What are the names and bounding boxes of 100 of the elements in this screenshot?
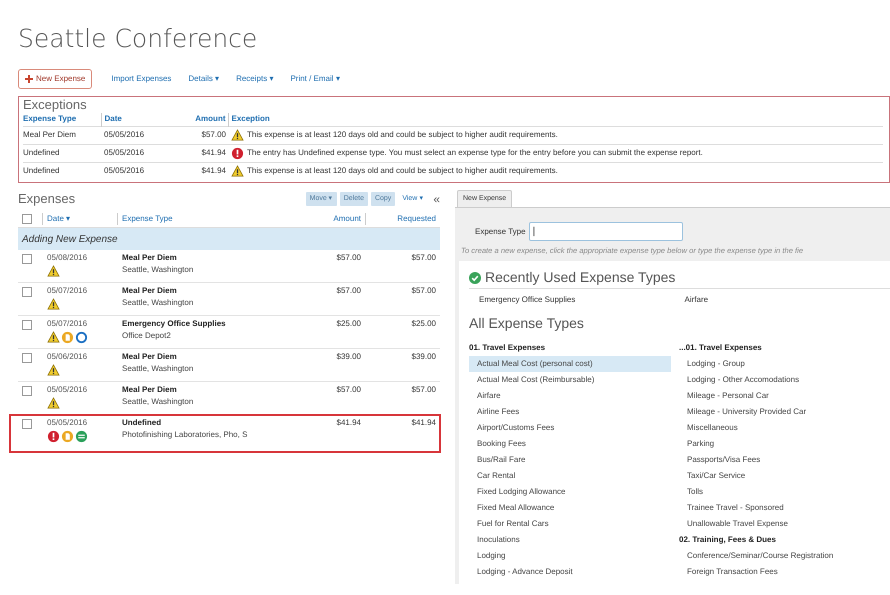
- group-header: 02. Training, Fees & Dues: [679, 534, 776, 546]
- table-cell: $41.94: [202, 148, 226, 157]
- expense-type-item[interactable]: Unallowable Travel Expense: [679, 516, 881, 532]
- expense-row[interactable]: 05/05/2016 Meal Per Diem Seattle, Washington $57.00 $57.00: [18, 382, 440, 415]
- amount-text: $57.00: [336, 384, 361, 396]
- exception-message: This expense is at least 120 days old and could be subject to higher audit requirements.: [247, 165, 558, 178]
- report-title: Seattle Conference: [18, 24, 258, 54]
- expense-row[interactable]: 05/07/2016 Emergency Office Supplies Office Depot2 $25.00 $25.00: [18, 316, 440, 349]
- table-cell: 05/05/2016: [104, 148, 144, 157]
- expense-detail: Seattle, Washington: [122, 363, 194, 375]
- collapse-button[interactable]: «: [433, 193, 440, 205]
- expense-detail: Office Depot2: [122, 330, 171, 342]
- expense-type-item[interactable]: Conference/Seminar/Course Registration: [679, 548, 881, 564]
- new-expense-button[interactable]: New Expense: [18, 69, 92, 89]
- expense-type-field[interactable]: |: [528, 222, 683, 241]
- expense-type-item[interactable]: Lodging - Advance Deposit: [469, 564, 671, 580]
- column-header[interactable]: Expense Type: [122, 214, 173, 223]
- section-title: Recently Used Expense Types: [485, 268, 676, 288]
- date-text: 05/05/2016: [47, 417, 88, 429]
- table-cell: 05/05/2016: [104, 130, 144, 139]
- amount-text: $39.00: [336, 351, 361, 363]
- amount-text: $57.00: [336, 285, 361, 297]
- expense-type-item[interactable]: Fixed Lodging Allowance: [469, 484, 671, 500]
- expense-row[interactable]: 05/08/2016 Meal Per Diem Seattle, Washington $57.00 $57.00: [18, 250, 440, 283]
- expense-type-item[interactable]: Mileage - Personal Car: [679, 388, 881, 404]
- expense-type-item[interactable]: Lodging - Group: [679, 356, 881, 372]
- column-header[interactable]: Amount: [333, 214, 361, 223]
- plus-icon: [25, 75, 33, 83]
- expense-row[interactable]: 05/06/2016 Meal Per Diem Seattle, Washington $39.00 $39.00: [18, 349, 440, 382]
- amount-text: $25.00: [336, 318, 361, 330]
- column-header[interactable]: Date: [104, 114, 122, 124]
- highlighted-row[interactable]: 05/05/2016 Undefined Photofinishing Laboratories, Pho, S $41.94 $41.94: [10, 415, 440, 452]
- expense-type-item[interactable]: Car Rental: [469, 468, 671, 484]
- expense-type-item[interactable]: Actual Meal Cost (Reimbursable): [469, 372, 671, 388]
- table-cell: Undefined: [23, 166, 60, 176]
- expense-type-item[interactable]: Lodging - Other Accomodations: [679, 372, 881, 388]
- toolbar-link[interactable]: Receipts ▾: [236, 73, 274, 85]
- table-cell: Meal Per Diem: [23, 130, 76, 139]
- expense-type: Emergency Office Supplies: [122, 318, 226, 330]
- expense-type-item[interactable]: Mileage - University Provided Car: [679, 404, 881, 420]
- expense-type-item[interactable]: Trainee Travel - Sponsored: [679, 500, 881, 516]
- expense-detail: Seattle, Washington: [122, 396, 194, 408]
- field-label: Expense Type: [475, 226, 526, 238]
- group-header: 01. Travel Expenses: [469, 342, 546, 354]
- amount-text: $57.00: [412, 384, 436, 396]
- toolbar-link[interactable]: Details ▾: [188, 73, 220, 85]
- toolbar-link[interactable]: Import Expenses: [111, 73, 172, 85]
- check-icon: [469, 272, 481, 284]
- group-header: ...01. Travel Expenses: [679, 342, 762, 354]
- expense-type-item[interactable]: Fixed Meal Allowance: [469, 500, 671, 516]
- expense-type: Meal Per Diem: [122, 351, 177, 363]
- expense-type-item[interactable]: Inoculations: [469, 532, 671, 548]
- expense-type-item[interactable]: Tolls: [679, 484, 881, 500]
- column-header[interactable]: Requested: [397, 214, 436, 223]
- expense-row[interactable]: 05/07/2016 Meal Per Diem Seattle, Washington $57.00 $57.00: [18, 283, 440, 316]
- expense-type-item[interactable]: Airfare: [469, 388, 671, 404]
- table-cell: 05/05/2016: [104, 166, 144, 176]
- panel-title: Expenses: [18, 190, 76, 208]
- expense-type-item[interactable]: Bus/Rail Fare: [469, 452, 671, 468]
- expense-type-item[interactable]: Passports/Visa Fees: [679, 452, 881, 468]
- expense-type-item[interactable]: Fuel for Rental Cars: [469, 516, 671, 532]
- row-checkbox[interactable]: [22, 386, 32, 396]
- amount-text: $57.00: [412, 252, 436, 264]
- amount-text: $57.00: [336, 252, 361, 264]
- expense-type-item[interactable]: Lodging: [469, 548, 671, 564]
- amount-text: $41.94: [336, 417, 361, 429]
- expense-type-item[interactable]: Actual Meal Cost (personal cost): [469, 356, 671, 372]
- column-header[interactable]: Date ▾: [47, 214, 70, 223]
- expense-type-item[interactable]: Airline Fees: [469, 404, 671, 420]
- expense-type-item[interactable]: Taxi/Car Service: [679, 468, 881, 484]
- expense-type-link[interactable]: Airfare: [684, 294, 890, 306]
- expense-type: Meal Per Diem: [122, 384, 177, 396]
- toolbar-link[interactable]: Print / Email ▾: [290, 73, 340, 85]
- exception-message: The entry has Undefined expense type. You must select an expense type for the entry before you can submit the expense report.: [247, 147, 703, 159]
- row-checkbox[interactable]: [22, 353, 32, 363]
- expense-type-item[interactable]: Parking: [679, 436, 881, 452]
- date-text: 05/06/2016: [47, 351, 88, 363]
- section-title: All Expense Types: [469, 314, 584, 334]
- expense-type-link[interactable]: Emergency Office Supplies: [479, 294, 684, 306]
- row-checkbox[interactable]: [22, 320, 32, 330]
- expense-type-item[interactable]: Airport/Customs Fees: [469, 420, 671, 436]
- expense-type-item[interactable]: Miscellaneous: [679, 420, 881, 436]
- column-header[interactable]: Exception: [232, 114, 270, 124]
- expense-type-item[interactable]: Booking Fees: [469, 436, 671, 452]
- adding-banner: Adding New Expense: [18, 228, 440, 250]
- amount-text: $41.94: [412, 417, 436, 429]
- row-checkbox[interactable]: [22, 419, 32, 429]
- amount-text: $39.00: [412, 351, 436, 363]
- date-text: 05/05/2016: [47, 384, 88, 396]
- column-header[interactable]: Expense Type: [23, 114, 76, 124]
- table-cell: $41.94: [202, 166, 226, 176]
- select-all-checkbox[interactable]: [22, 214, 32, 224]
- expense-type-item[interactable]: Foreign Transaction Fees: [679, 564, 881, 580]
- expense-detail: Photofinishing Laboratories, Pho, S: [122, 429, 248, 441]
- date-text: 05/07/2016: [47, 285, 88, 297]
- panel-title: Exceptions: [23, 97, 87, 113]
- row-checkbox[interactable]: [22, 287, 32, 297]
- column-header[interactable]: Amount: [195, 114, 226, 124]
- row-checkbox[interactable]: [22, 254, 32, 264]
- expense-detail: Seattle, Washington: [122, 297, 194, 309]
